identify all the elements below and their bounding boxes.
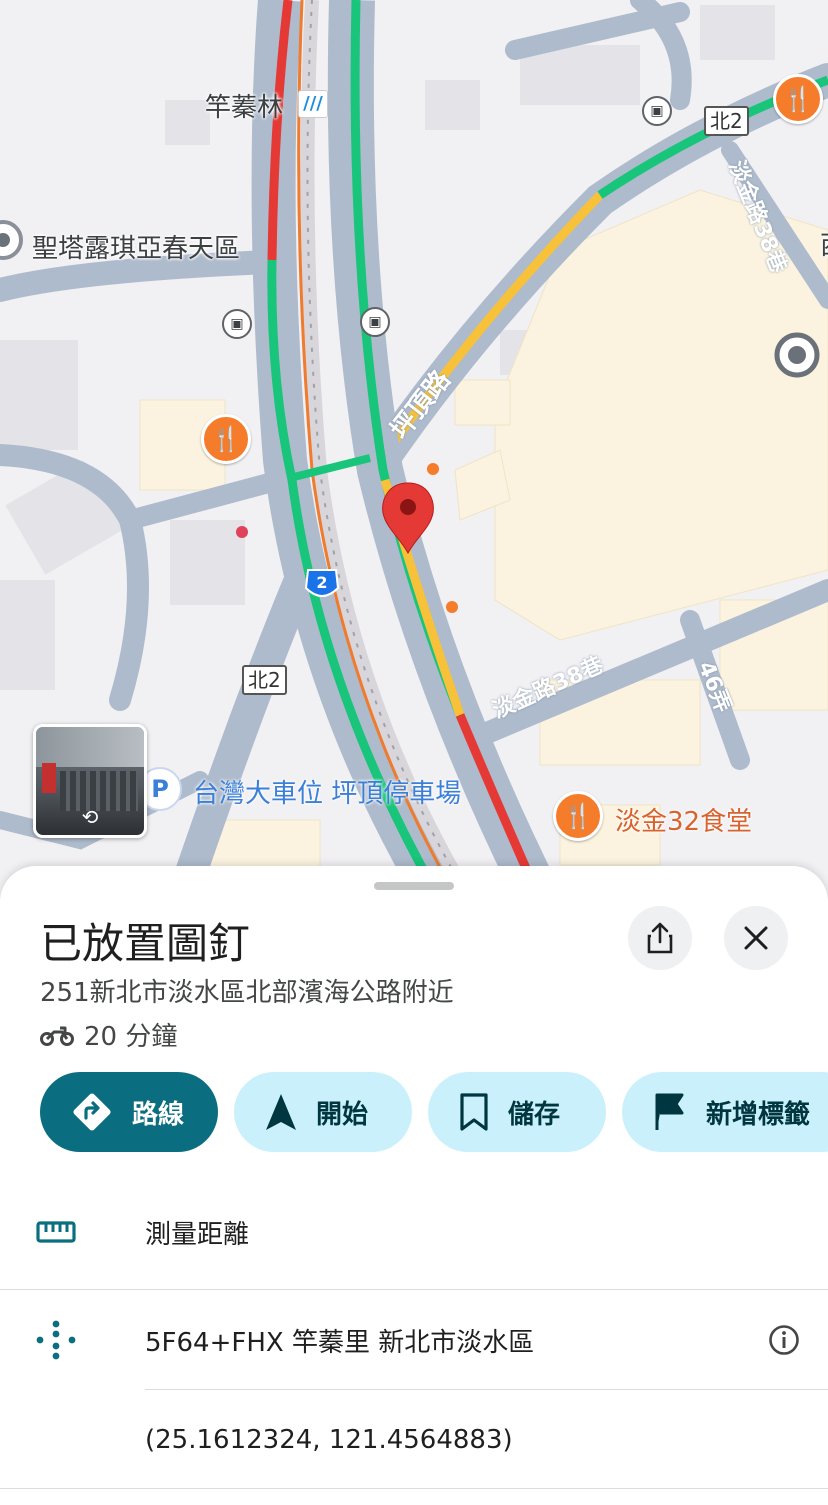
place-title: 已放置圖釘	[40, 919, 251, 968]
metro-icon: ///	[298, 90, 328, 118]
start-label: 開始	[316, 1099, 369, 1130]
restaurant-icon[interactable]: 🍴	[773, 74, 823, 124]
add-label-button[interactable]: 新增標籤	[622, 1072, 828, 1152]
bus-stop-icon[interactable]: ▣	[642, 96, 672, 126]
bus-stop-icon[interactable]: ▣	[222, 309, 252, 339]
divider	[0, 1488, 828, 1489]
map-view[interactable]: 竿蓁林 /// 聖塔露琪亞春天區 坪頂路 淡金路38巷 淡金路38巷 46弄 西…	[0, 0, 828, 900]
info-icon[interactable]	[768, 1324, 800, 1356]
ruler-icon	[36, 1221, 76, 1243]
restaurant-label[interactable]: 淡金32食堂	[615, 801, 752, 838]
route2-shield: 2	[316, 573, 328, 592]
directions-icon	[73, 1093, 111, 1131]
coordinates-text[interactable]: (25.1612324, 121.4564883)	[145, 1425, 513, 1455]
save-button[interactable]: 儲存	[428, 1072, 606, 1152]
street-view-sign	[42, 763, 56, 793]
park-label[interactable]: 聖塔露琪亞春天區	[32, 228, 240, 265]
navigate-arrow-icon	[266, 1094, 296, 1130]
bookmark-icon	[460, 1093, 488, 1131]
share-icon	[647, 922, 673, 954]
cut-label: 西	[820, 225, 828, 262]
street-view-thumbnail[interactable]: ⟲	[33, 724, 147, 838]
add-label-label: 新增標籤	[706, 1099, 811, 1130]
share-button[interactable]	[628, 906, 692, 970]
divider	[0, 1289, 828, 1290]
measure-distance-row[interactable]: 測量距離	[0, 1184, 828, 1280]
street-view-sky	[36, 727, 144, 767]
parking-label[interactable]: 台灣大車位 坪頂停車場	[193, 773, 461, 810]
directions-label: 路線	[132, 1099, 185, 1130]
motorcycle-icon	[40, 1026, 74, 1046]
restaurant-icon[interactable]: 🍴	[553, 791, 603, 841]
save-label: 儲存	[508, 1099, 561, 1130]
restaurant-icon[interactable]: 🍴	[201, 414, 251, 464]
station-label[interactable]: 竿蓁林	[205, 87, 283, 124]
place-address: 251新北市淡水區北部濱海公路附近	[40, 978, 454, 1008]
plus-code-icon	[36, 1320, 76, 1360]
bus-stop-icon[interactable]: ▣	[360, 307, 390, 337]
travel-time-value: 20 分鐘	[84, 1022, 178, 1052]
start-button[interactable]: 開始	[234, 1072, 412, 1152]
divider	[145, 1389, 828, 1390]
place-sheet[interactable]: 已放置圖釘 251新北市淡水區北部濱海公路附近 20 分鐘 路線 開始 儲存 新…	[0, 866, 828, 1505]
plus-code-row[interactable]: 5F64+FHX 竿蓁里 新北市淡水區	[0, 1294, 828, 1386]
road-shield-north2: 北2	[704, 106, 749, 136]
road-shield-north2: 北2	[242, 665, 287, 695]
drag-handle[interactable]	[374, 882, 454, 890]
flag-icon	[655, 1093, 684, 1130]
travel-time: 20 分鐘	[40, 1016, 177, 1053]
plus-code-text[interactable]: 5F64+FHX 竿蓁里 新北市淡水區	[145, 1322, 534, 1359]
coordinates-row[interactable]: (25.1612324, 121.4564883)	[0, 1394, 828, 1486]
directions-button[interactable]: 路線	[40, 1072, 218, 1152]
close-icon	[744, 926, 768, 950]
close-button[interactable]	[724, 906, 788, 970]
measure-distance-label: 測量距離	[145, 1219, 250, 1250]
rotate-360-icon: ⟲	[81, 805, 99, 829]
